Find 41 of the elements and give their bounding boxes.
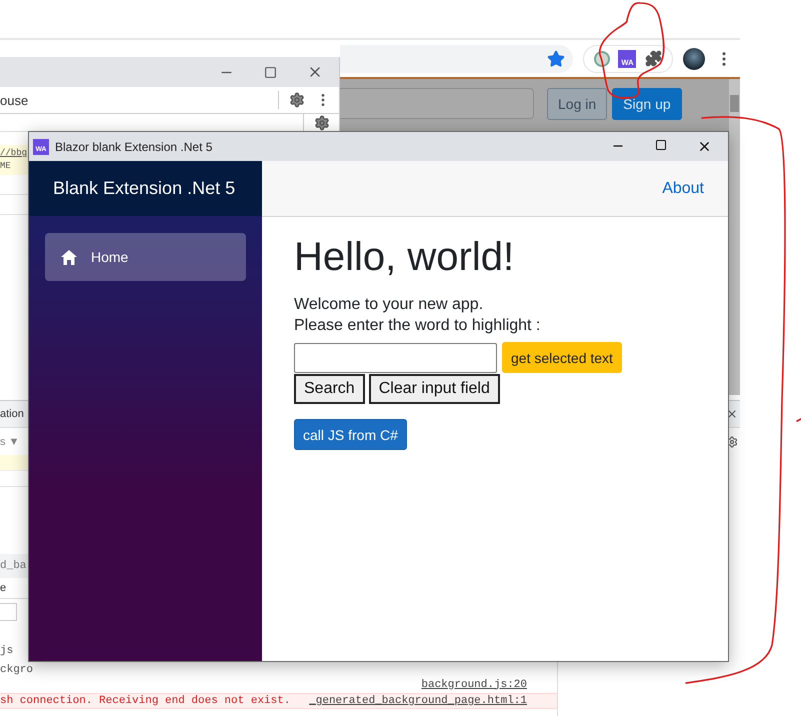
window-title: Blazor blank Extension .Net 5 [55,140,214,154]
nav-item[interactable]: Home [45,233,246,281]
drawer-tab[interactable]: ation [0,408,24,420]
tree-item[interactable]: ckgro [0,664,34,677]
source-link[interactable]: _generated_background_page.html:1 [309,694,527,707]
source-link[interactable]: background.js:20 [421,678,527,691]
toolbar-text: ouse [0,92,30,108]
code-line: //bbg [0,147,28,160]
body-text: Welcome to your new app. [294,295,484,315]
action-button[interactable]: Clear input field [368,374,500,404]
settings-icon[interactable] [726,436,738,448]
search-field[interactable] [340,88,534,119]
call-button[interactable]: call JS from C# [294,419,407,450]
maximize-icon[interactable] [655,139,667,151]
scrollbar[interactable] [729,79,740,395]
file-tab[interactable]: d_ba [0,560,26,573]
word-input[interactable] [294,342,497,372]
panel-label: e [0,582,6,594]
console-message: sh connection. Receiving end does not exist. [0,694,290,707]
address-bar[interactable] [340,44,573,72]
get-text-button[interactable]: get selected text [502,342,622,373]
code-line: ME [0,160,11,173]
home-icon [61,250,77,264]
close-icon[interactable] [697,139,712,154]
action-button[interactable]: Search [294,374,365,404]
filter-field[interactable] [0,602,17,621]
signup-button[interactable]: Sign up [612,88,682,120]
close-icon[interactable] [726,408,738,420]
brand-title: Blank Extension .Net 5 [53,178,236,199]
settings-icon[interactable] [289,92,305,108]
tree-item[interactable]: js [0,644,14,658]
page-heading: Hello, world! [294,235,514,280]
bookmark-star-icon[interactable] [547,50,565,68]
login-button[interactable]: Log in [547,88,608,120]
avatar[interactable] [683,48,705,70]
body-text: Please enter the word to highlight : [294,316,540,336]
freehand-tick-stroke [796,418,801,422]
settings-icon[interactable] [314,114,330,130]
about-link[interactable]: About [662,180,704,198]
filter-dropdown[interactable]: s ▼ [0,436,20,448]
puzzle-icon[interactable] [644,50,662,67]
